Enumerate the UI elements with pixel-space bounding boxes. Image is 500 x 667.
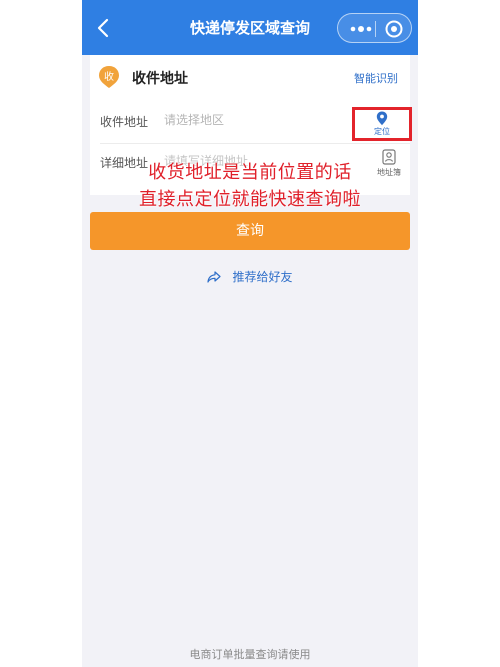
footer-text[interactable]: 电商订单批量查询请使用 <box>82 646 418 662</box>
app-screen: 快递停发区域查询 收 收件地址 智能识别 收件地址 请选择地区 定位 详细地址 … <box>82 0 418 667</box>
share-link[interactable]: 推荐给好友 <box>82 266 418 284</box>
capsule-divider <box>375 21 376 37</box>
card-title: 收件地址 <box>132 71 188 87</box>
query-button[interactable]: 查询 <box>90 212 410 250</box>
region-input[interactable] <box>164 111 324 129</box>
target-close-icon <box>385 20 403 38</box>
share-label: 推荐给好友 <box>232 270 293 284</box>
row-divider <box>100 143 410 144</box>
region-label: 收件地址 <box>100 115 149 129</box>
more-dots-icon <box>350 26 372 32</box>
badge-label: 收 <box>104 72 114 83</box>
location-pin-icon <box>376 111 388 126</box>
receiver-badge: 收 <box>98 65 120 89</box>
mini-program-capsule <box>337 13 412 43</box>
share-arrow-icon <box>207 270 222 283</box>
annotation-line-2: 直接点定位就能快速查询啦 <box>139 189 361 210</box>
more-button[interactable] <box>348 21 374 35</box>
close-mini-program-button[interactable] <box>384 19 404 39</box>
navigation-bar: 快递停发区域查询 <box>82 0 418 55</box>
locate-label: 定位 <box>374 127 390 136</box>
smart-recognize-link[interactable]: 智能识别 <box>354 70 398 86</box>
annotation-line-1: 收货地址是当前位置的话 <box>148 162 352 183</box>
locate-button[interactable]: 定位 <box>352 107 412 141</box>
